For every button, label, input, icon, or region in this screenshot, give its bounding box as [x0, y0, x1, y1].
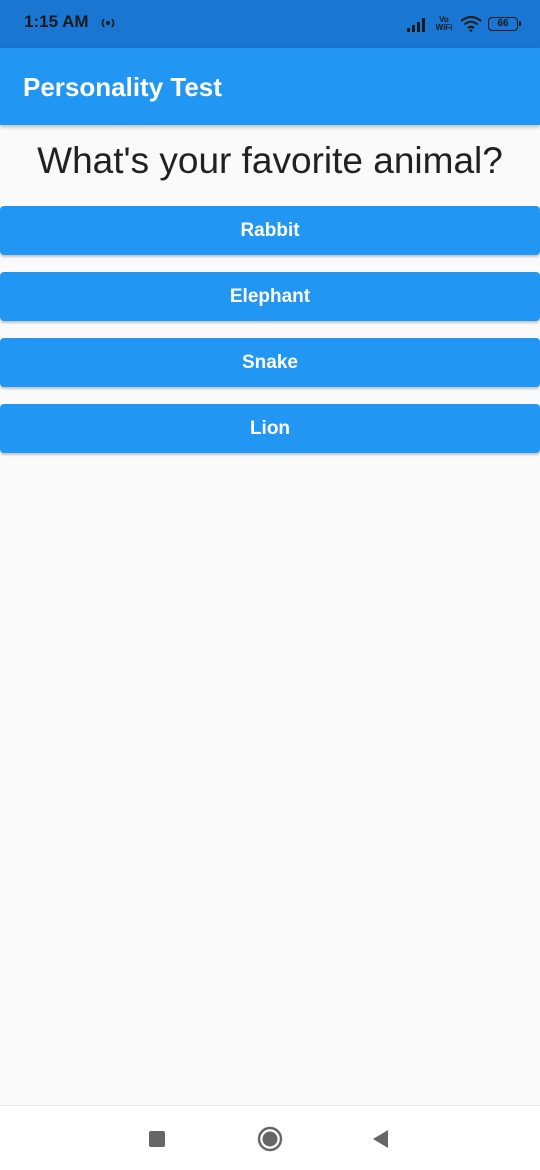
answer-button-elephant[interactable]: Elephant — [0, 272, 540, 321]
signal-icon — [407, 18, 425, 32]
radio-icon — [101, 18, 115, 28]
status-time: 1:15 AM — [24, 12, 89, 31]
answer-button-snake[interactable]: Snake — [0, 338, 540, 387]
answer-list: Rabbit Elephant Snake Lion — [0, 206, 540, 470]
app-bar: Personality Test — [0, 48, 540, 125]
app-title: Personality Test — [23, 72, 222, 102]
home-icon[interactable] — [257, 1126, 283, 1152]
wifi-icon — [460, 16, 482, 32]
question-text: What's your favorite animal? — [37, 140, 503, 181]
answer-button-rabbit[interactable]: Rabbit — [0, 206, 540, 255]
recents-icon[interactable] — [149, 1131, 165, 1147]
back-icon[interactable] — [371, 1128, 389, 1150]
vowifi-indicator: Vo WiFi — [434, 16, 454, 32]
battery-icon: 66 — [488, 17, 521, 31]
vowifi-label-bottom: WiFi — [435, 23, 453, 32]
navigation-bar — [0, 1105, 540, 1170]
status-icons: Vo WiFi 66 — [406, 12, 521, 36]
status-bar: 1:15 AM Vo WiFi 66 — [0, 0, 540, 48]
answer-button-lion[interactable]: Lion — [0, 404, 540, 453]
